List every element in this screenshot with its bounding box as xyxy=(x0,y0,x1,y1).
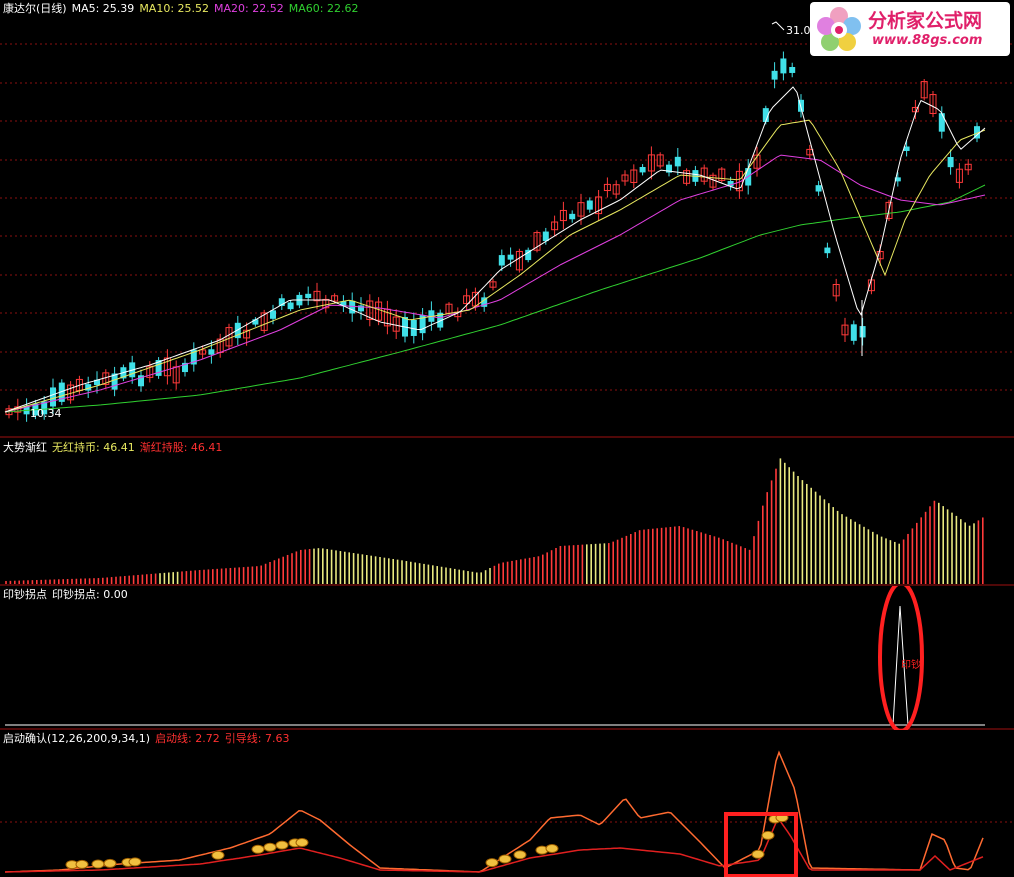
ma5-value: MA5: 25.39 xyxy=(71,2,135,15)
candle-body xyxy=(507,254,514,260)
candle-body xyxy=(569,213,576,220)
price-panel[interactable]: 康达尔(日线) MA5: 25.39 MA10: 25.52 MA20: 22.52 M… xyxy=(0,0,1014,438)
gold-marker xyxy=(545,843,559,853)
candle-body xyxy=(815,185,822,192)
stock-chart-window: 康达尔(日线) MA5: 25.39 MA10: 25.52 MA20: 22.52 M… xyxy=(0,0,1014,877)
gold-marker xyxy=(751,849,765,859)
guide-line-value: 引导线: 7.63 xyxy=(224,732,290,745)
launch-header: 启动确认(12,26,200,9,34,1) 启动线: 2.72 引导线: 7.63 xyxy=(3,732,294,746)
gold-marker xyxy=(91,859,105,869)
turning-point-value: 印钞拐点: 0.00 xyxy=(52,588,128,601)
launch-confirm-chart[interactable] xyxy=(0,730,1014,877)
indicator-name: 印钞拐点 xyxy=(3,588,47,601)
gold-marker xyxy=(75,859,89,869)
ma10-value: MA10: 25.52 xyxy=(139,2,210,15)
candle-body xyxy=(498,255,505,266)
hold-cash-value: 无红持币: 46.41 xyxy=(52,441,135,454)
candle-body xyxy=(780,58,787,74)
ma10-line xyxy=(4,119,986,413)
turning-point-chart[interactable] xyxy=(0,586,1014,730)
price-chart[interactable] xyxy=(0,0,1014,438)
logo-title: 分析家公式网 xyxy=(868,10,983,32)
gold-marker xyxy=(263,842,277,852)
stock-title: 康达尔(日线) xyxy=(3,2,67,15)
candle-body xyxy=(771,70,778,80)
guide-line xyxy=(4,750,984,873)
candle-body xyxy=(349,300,356,314)
candle-body xyxy=(208,349,215,355)
turning-point-header: 印钞拐点 印钞拐点: 0.00 xyxy=(3,588,133,602)
turning-point-panel[interactable]: 印钞拐点 印钞拐点: 0.00 印钞 xyxy=(0,586,1014,730)
trend-panel[interactable]: 大势渐红 无红持币: 46.41 渐红持股: 46.41 xyxy=(0,438,1014,586)
gold-marker xyxy=(513,850,527,860)
low-price-label: 10.34 xyxy=(30,407,62,420)
indicator-name: 启动确认(12,26,200,9,34,1) xyxy=(3,732,151,745)
launch-confirm-panel[interactable]: 启动确认(12,26,200,9,34,1) 启动线: 2.72 引导线: 7.63 xyxy=(0,730,1014,877)
gold-marker xyxy=(295,838,309,847)
gold-marker xyxy=(128,857,142,867)
ma20-value: MA20: 22.52 xyxy=(214,2,284,15)
candle-body xyxy=(50,387,56,407)
logo-url: www.88gs.com xyxy=(872,33,983,48)
candle-body xyxy=(305,293,312,298)
gold-marker xyxy=(761,830,775,840)
spike-label: 印钞 xyxy=(901,660,921,671)
ma5-line xyxy=(4,86,986,413)
candle-body xyxy=(639,167,646,173)
candle-body xyxy=(586,200,593,210)
trend-bar-chart[interactable] xyxy=(0,438,1014,586)
candle-body xyxy=(850,324,857,341)
gold-marker xyxy=(103,858,117,868)
indicator-name: 大势渐红 xyxy=(3,441,47,454)
gold-marker xyxy=(251,844,265,854)
ma60-value: MA60: 22.62 xyxy=(288,2,359,15)
flower-icon xyxy=(817,7,861,51)
candle-body xyxy=(947,157,954,168)
gold-marker xyxy=(211,850,225,860)
ma20-line xyxy=(4,154,986,413)
hold-stock-value: 渐红持股: 46.41 xyxy=(139,441,223,454)
ma60-line xyxy=(4,184,986,413)
candle-body xyxy=(859,326,866,338)
price-header: 康达尔(日线) MA5: 25.39 MA10: 25.52 MA20: 22.52 M… xyxy=(3,2,363,16)
site-logo[interactable]: 分析家公式网 www.88gs.com xyxy=(810,2,1010,56)
candle-body xyxy=(674,156,681,167)
candle-body xyxy=(824,247,831,254)
high-marker xyxy=(771,21,785,31)
candle-body xyxy=(287,302,294,310)
gold-marker xyxy=(485,858,499,868)
gold-marker xyxy=(275,840,289,850)
trend-header: 大势渐红 无红持币: 46.41 渐红持股: 46.41 xyxy=(3,441,227,455)
gold-marker xyxy=(498,854,512,864)
launch-line-value: 启动线: 2.72 xyxy=(155,732,220,745)
candle-body xyxy=(938,113,945,132)
candle-body xyxy=(789,67,796,73)
candle-body xyxy=(270,310,276,319)
